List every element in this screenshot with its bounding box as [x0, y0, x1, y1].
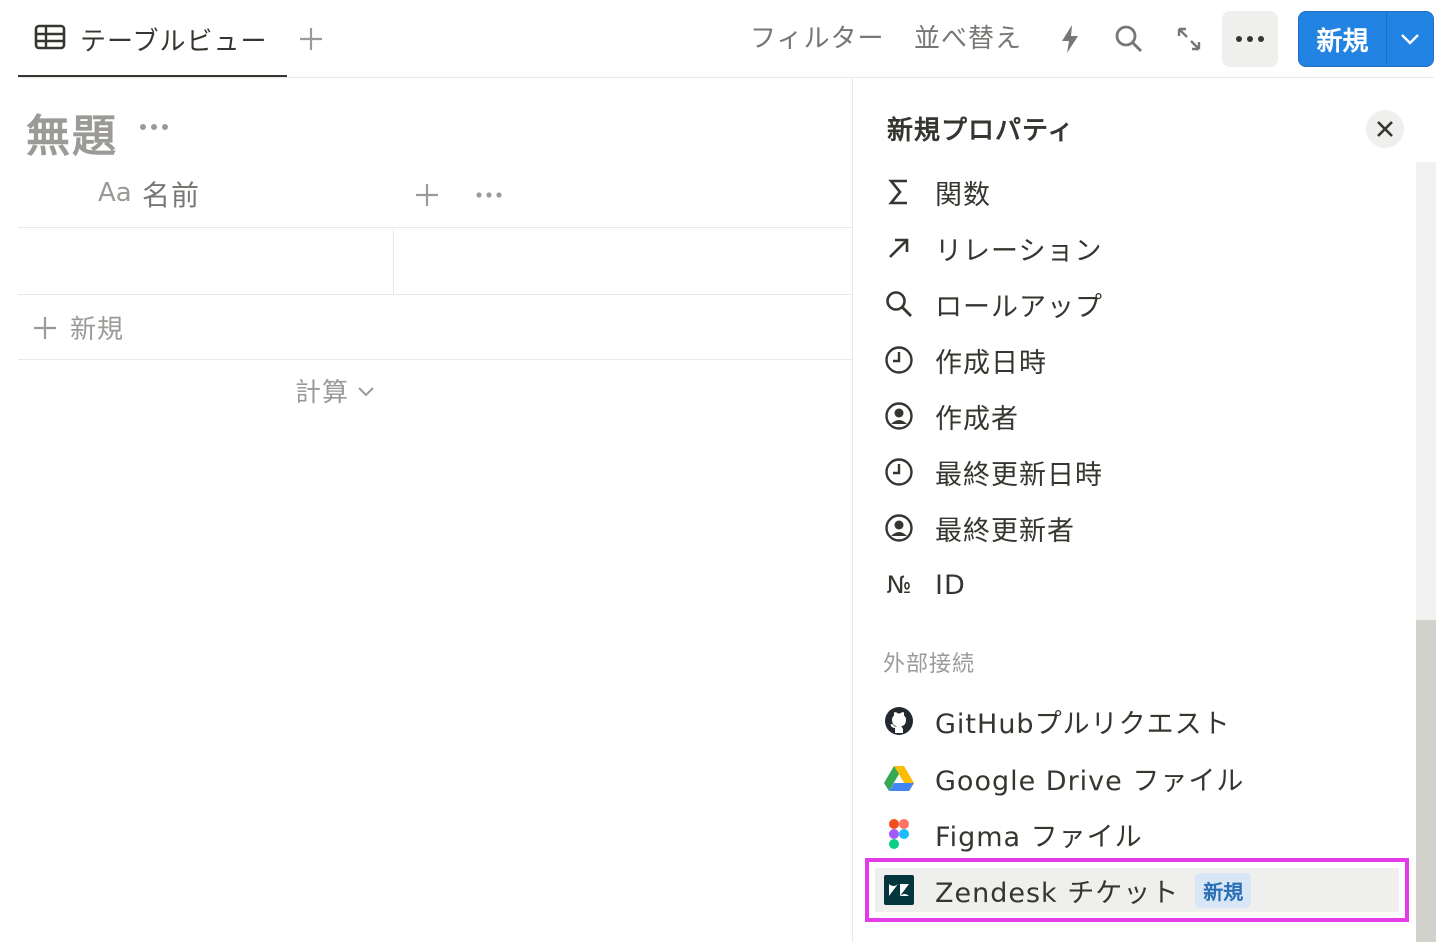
- property-figma[interactable]: Figma ファイル: [883, 810, 1143, 858]
- property-label: ID: [935, 569, 966, 601]
- property-label: 関数: [935, 179, 991, 211]
- property-label: 作成者: [935, 403, 1019, 435]
- property-google-drive[interactable]: Google Drive ファイル: [883, 754, 1244, 802]
- clock-icon: [883, 456, 915, 488]
- text-type-icon: Aa: [98, 178, 132, 208]
- table-header: Aa 名前: [18, 162, 852, 228]
- github-icon: [883, 705, 915, 737]
- arrow-up-right-icon: [883, 232, 915, 264]
- add-view-button[interactable]: [296, 22, 326, 56]
- add-row-label: 新規: [70, 315, 125, 345]
- search-icon[interactable]: [1112, 22, 1146, 56]
- property-label: 最終更新日時: [935, 459, 1103, 491]
- property-formula[interactable]: 関数: [883, 168, 991, 216]
- plus-icon: [416, 184, 438, 206]
- more-horizontal-icon: [476, 192, 502, 198]
- property-created-by[interactable]: 作成者: [883, 392, 1019, 440]
- new-button[interactable]: 新規: [1299, 12, 1387, 66]
- column-header-name[interactable]: 名前: [142, 174, 200, 214]
- property-github-pr[interactable]: GitHubプルリクエスト: [883, 697, 1231, 745]
- more-horizontal-icon: [140, 124, 168, 130]
- new-button-group: 新規: [1298, 11, 1434, 67]
- add-row-button[interactable]: 新規: [18, 296, 852, 360]
- sigma-icon: [883, 176, 915, 208]
- table-icon: [34, 24, 66, 54]
- sort-button[interactable]: 並べ替え: [914, 20, 1022, 58]
- filter-button[interactable]: フィルター: [750, 20, 884, 58]
- chevron-down-icon: [358, 386, 374, 396]
- property-last-edited-by[interactable]: 最終更新者: [883, 504, 1075, 552]
- clock-icon: [883, 344, 915, 376]
- numero-icon: №: [883, 569, 915, 601]
- new-property-panel: 新規プロパティ 関数 リレーション ロールアップ 作成日時 作成者 最終更新日時…: [852, 78, 1454, 942]
- property-label: Figma ファイル: [935, 821, 1143, 853]
- plus-icon: [34, 316, 56, 339]
- property-label: 作成日時: [935, 347, 1047, 379]
- property-label: ロールアップ: [935, 291, 1103, 323]
- property-last-edited-time[interactable]: 最終更新日時: [883, 448, 1103, 496]
- automation-lightning-icon[interactable]: [1053, 22, 1087, 56]
- expand-icon[interactable]: [1172, 22, 1206, 56]
- property-rollup[interactable]: ロールアップ: [883, 280, 1103, 328]
- panel-title: 新規プロパティ: [887, 116, 1075, 146]
- tab-table-view[interactable]: テーブルビュー: [18, 0, 287, 78]
- user-circle-icon: [883, 400, 915, 432]
- figma-icon: [883, 818, 915, 850]
- plus-icon: [300, 28, 322, 50]
- calculate-button[interactable]: 計算: [295, 372, 375, 409]
- property-label: Zendesk チケット: [935, 877, 1180, 909]
- google-drive-icon: [883, 762, 915, 794]
- property-created-time[interactable]: 作成日時: [883, 336, 1047, 384]
- cell-divider: [393, 229, 394, 295]
- chevron-down-icon: [1401, 34, 1419, 45]
- calculate-label: 計算: [295, 378, 350, 408]
- property-label: リレーション: [935, 235, 1103, 267]
- close-button[interactable]: [1366, 110, 1404, 148]
- add-column-button[interactable]: [410, 178, 444, 212]
- property-zendesk[interactable]: Zendesk チケット 新規: [883, 866, 1252, 914]
- numero-glyph: №: [886, 571, 912, 599]
- property-relation[interactable]: リレーション: [883, 224, 1102, 272]
- zendesk-icon: [883, 874, 915, 906]
- more-horizontal-icon: [1236, 36, 1264, 42]
- table-row[interactable]: [18, 229, 852, 295]
- user-circle-icon: [883, 512, 915, 544]
- property-id[interactable]: № ID: [883, 561, 966, 609]
- new-badge: 新規: [1195, 872, 1252, 908]
- title-more-button[interactable]: [136, 112, 172, 142]
- property-label: Google Drive ファイル: [935, 765, 1245, 797]
- new-button-dropdown[interactable]: [1387, 12, 1433, 66]
- top-bar: テーブルビュー フィルター 並べ替え 新規: [0, 0, 1454, 78]
- more-options-button[interactable]: [1222, 11, 1278, 67]
- page-title[interactable]: 無題: [26, 100, 118, 164]
- close-icon: [1377, 121, 1393, 137]
- property-label: 最終更新者: [935, 515, 1075, 547]
- search-icon: [883, 288, 915, 320]
- property-label: GitHubプルリクエスト: [935, 708, 1231, 740]
- section-external-connections: 外部接続: [883, 652, 976, 677]
- tab-table-view-label: テーブルビュー: [80, 26, 268, 57]
- scrollbar-thumb[interactable]: [1416, 620, 1436, 942]
- column-more-button[interactable]: [472, 178, 506, 212]
